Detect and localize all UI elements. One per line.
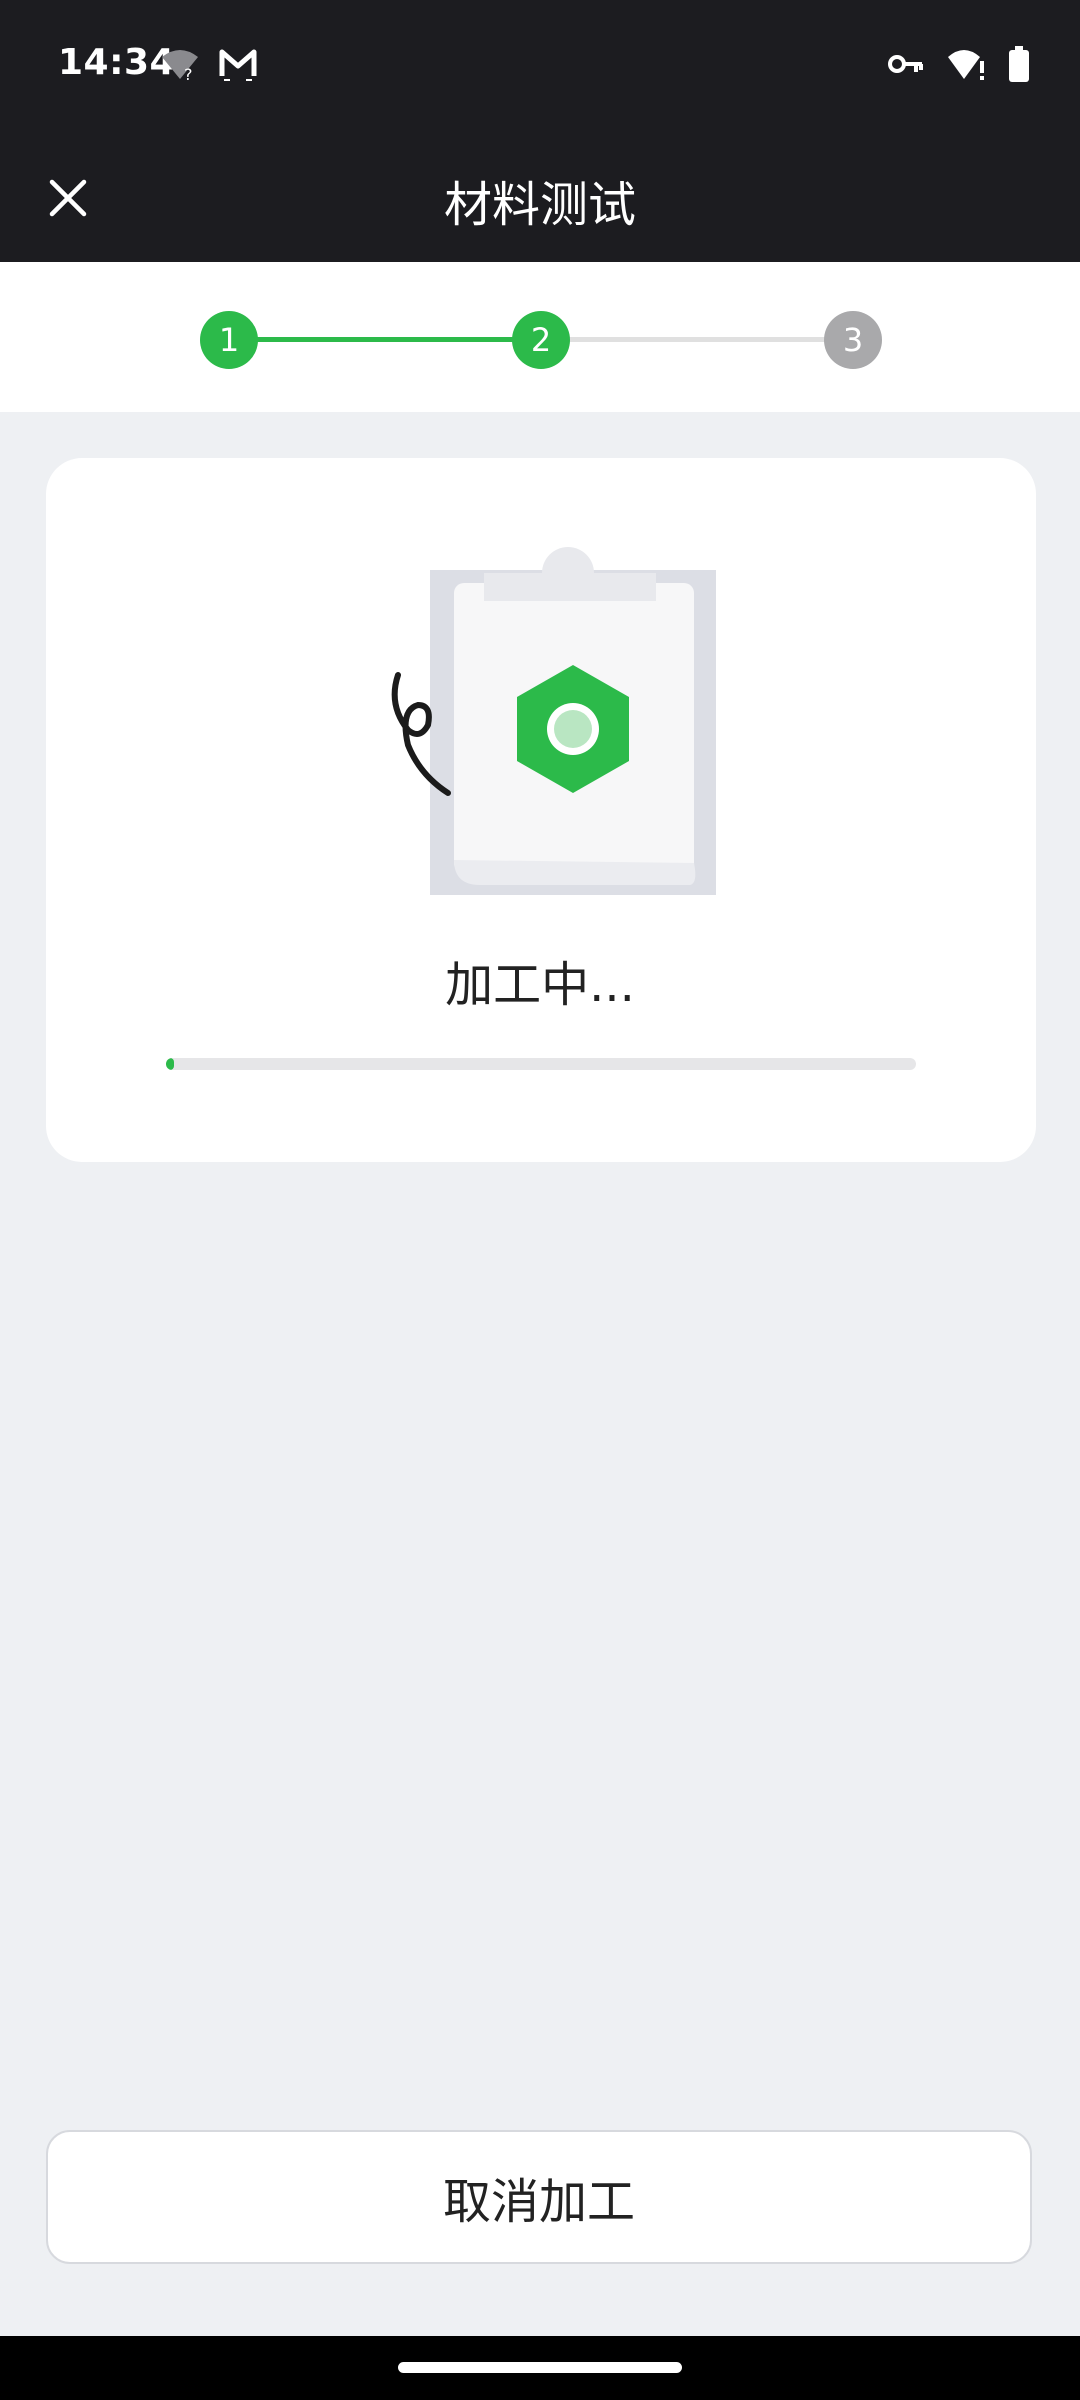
processing-progress-bar [166, 1058, 916, 1070]
wifi-question-icon: ? [162, 50, 198, 81]
step-2: 2 [512, 311, 570, 369]
top-bar: 14:34 ? 材料测试 [0, 0, 1080, 262]
mail-icon [219, 49, 257, 81]
processing-card [46, 458, 1036, 1162]
battery-icon [1009, 46, 1029, 82]
step-connector-1-2 [229, 337, 541, 342]
processing-status: 加工中... [445, 957, 635, 1013]
cancel-processing-button[interactable]: 取消加工 [46, 2130, 1032, 2264]
status-time: 14:34 [58, 42, 176, 83]
status-left-icons: ? [160, 46, 258, 82]
page-title: 材料测试 [443, 177, 636, 233]
wifi-alert-icon [948, 50, 984, 80]
home-gesture-handle[interactable] [398, 2362, 682, 2373]
step-1: 1 [200, 311, 258, 369]
step-3: 3 [824, 311, 882, 369]
clipboard-hex-nut-illustration [391, 547, 716, 895]
svg-text:?: ? [184, 65, 193, 81]
status-right-icons [888, 46, 1030, 82]
vpn-key-icon [888, 55, 923, 73]
progress-fill [166, 1058, 174, 1070]
step-connector-2-3 [541, 337, 853, 342]
